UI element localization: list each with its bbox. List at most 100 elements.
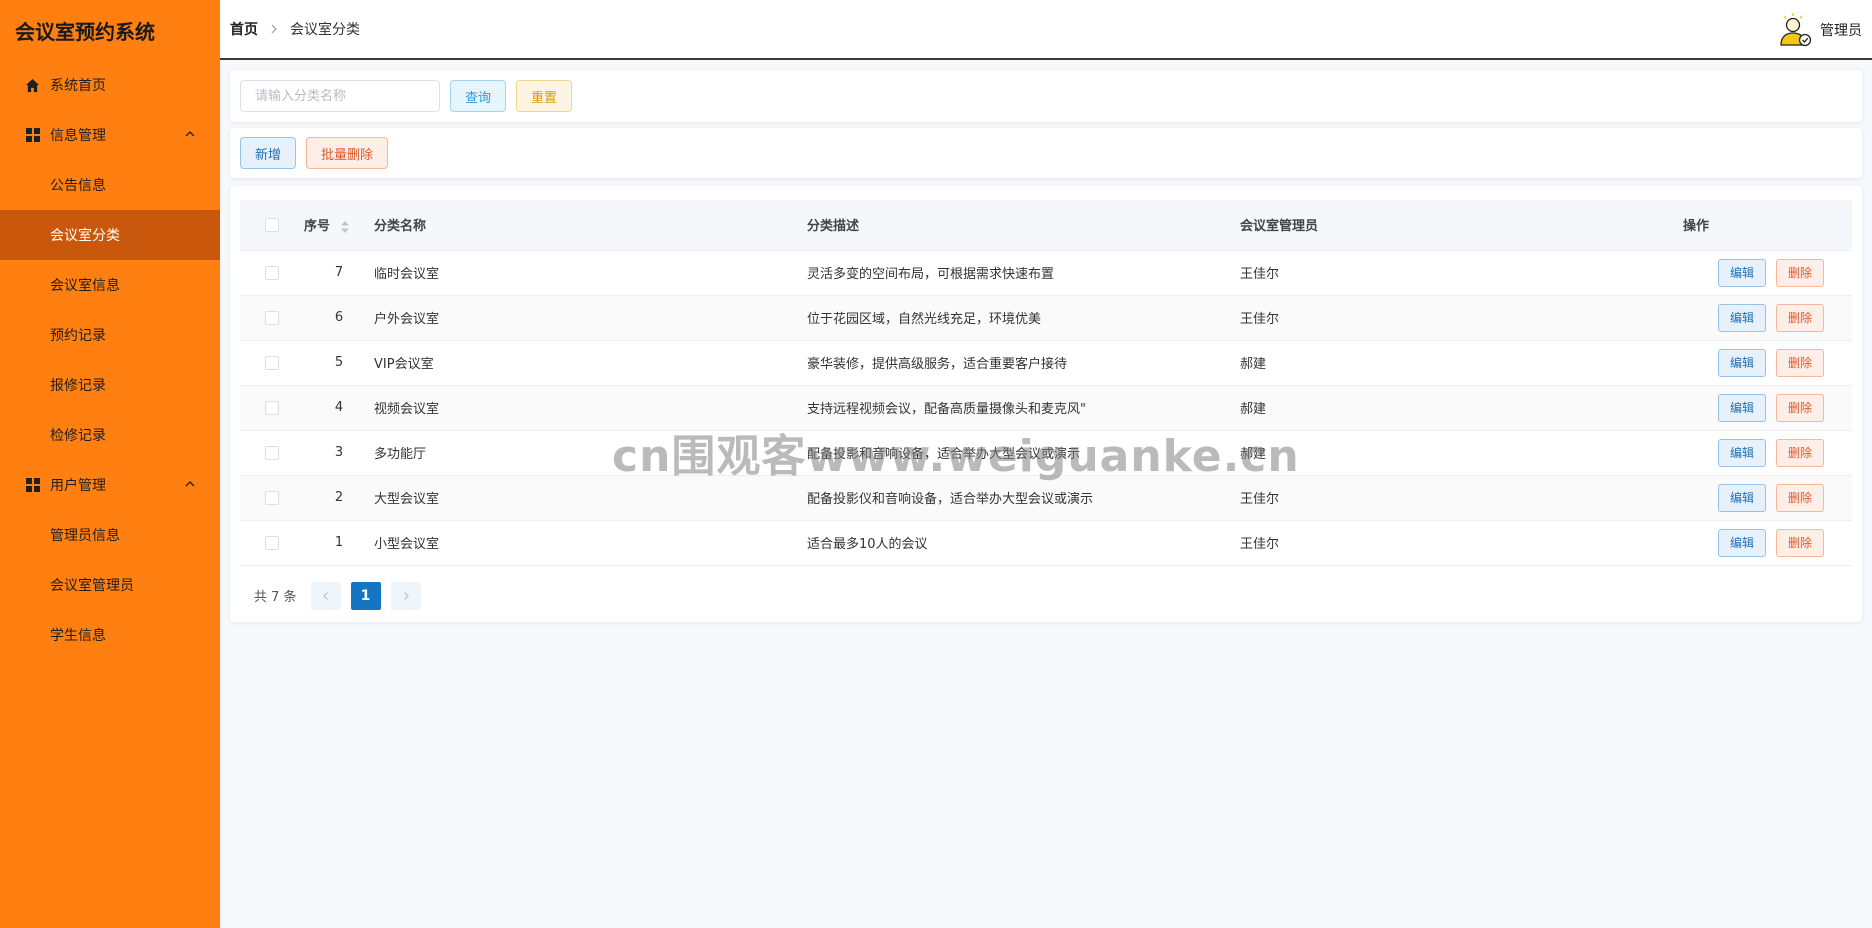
row-seq: 5 — [304, 340, 374, 386]
row-desc: 灵活多变的空间布局，可根据需求快速布置 — [807, 250, 1240, 296]
row-checkbox[interactable] — [265, 355, 279, 370]
row-name: 小型会议室 — [374, 520, 807, 566]
edit-button[interactable]: 编辑 — [1717, 528, 1766, 557]
row-ops: 编辑 删除 — [1540, 430, 1852, 476]
row-desc: 适合最多10人的会议 — [807, 520, 1240, 566]
query-button[interactable]: 查询 — [450, 80, 507, 112]
edit-button[interactable]: 编辑 — [1717, 483, 1766, 512]
user-menu[interactable]: 管理员 — [1778, 12, 1862, 48]
sidebar: 会议室预约系统 系统首页 信息管理 公告信息 会议室分类 会议室信息 预约记录 … — [0, 0, 220, 928]
sidebar-group-users[interactable]: 用户管理 — [0, 460, 220, 510]
category-name-search-input[interactable] — [240, 80, 440, 112]
row-select-cell — [240, 250, 304, 296]
action-panel: 新增 批量删除 — [230, 128, 1862, 178]
table-row: 6 户外会议室 位于花园区域，自然光线充足，环境优美 王佳尔 编辑 删除 — [240, 295, 1852, 341]
row-ops: 编辑 删除 — [1540, 520, 1852, 566]
edit-button[interactable]: 编辑 — [1717, 438, 1766, 467]
search-panel: 查询 重置 — [230, 70, 1862, 122]
row-seq: 4 — [304, 385, 374, 431]
delete-button[interactable]: 删除 — [1775, 393, 1824, 422]
row-manager: 郝建 — [1240, 430, 1540, 476]
user-name: 管理员 — [1820, 23, 1862, 39]
avatar-icon — [1778, 12, 1814, 48]
seq-header-label: 序号 — [304, 219, 331, 235]
row-manager: 王佳尔 — [1240, 250, 1540, 296]
sidebar-item-repair[interactable]: 报修记录 — [0, 360, 220, 410]
add-button[interactable]: 新增 — [240, 137, 297, 169]
chevron-left-icon — [322, 591, 328, 600]
reset-button[interactable]: 重置 — [516, 80, 573, 112]
row-desc: 位于花园区域，自然光线充足，环境优美 — [807, 295, 1240, 341]
delete-button[interactable]: 删除 — [1775, 258, 1824, 287]
sort-icon[interactable] — [340, 220, 350, 234]
sidebar-item-home[interactable]: 系统首页 — [0, 60, 220, 110]
sidebar-item-room-info[interactable]: 会议室信息 — [0, 260, 220, 310]
select-all-checkbox[interactable] — [265, 217, 279, 232]
ops-header: 操作 — [1540, 200, 1852, 251]
sidebar-item-label: 管理员信息 — [50, 528, 120, 544]
home-icon — [24, 77, 41, 94]
edit-button[interactable]: 编辑 — [1717, 348, 1766, 377]
pagination: 共 7 条 1 — [240, 566, 1852, 626]
row-desc: 配备投影和音响设备，适合举办大型会议或演示 — [807, 430, 1240, 476]
delete-button[interactable]: 删除 — [1775, 303, 1824, 332]
chevron-up-icon — [184, 478, 198, 492]
row-ops: 编辑 删除 — [1540, 475, 1852, 521]
row-checkbox[interactable] — [265, 490, 279, 505]
row-name: 大型会议室 — [374, 475, 807, 521]
edit-button[interactable]: 编辑 — [1717, 393, 1766, 422]
next-page-button[interactable] — [390, 581, 421, 610]
sidebar-item-student-info[interactable]: 学生信息 — [0, 610, 220, 660]
sidebar-group-label: 用户管理 — [50, 478, 106, 494]
edit-button[interactable]: 编辑 — [1717, 258, 1766, 287]
row-select-cell — [240, 340, 304, 386]
edit-button[interactable]: 编辑 — [1717, 303, 1766, 332]
sidebar-item-room-category[interactable]: 会议室分类 — [0, 210, 220, 260]
prev-page-button[interactable] — [310, 581, 341, 610]
row-ops: 编辑 删除 — [1540, 250, 1852, 296]
category-table: 序号 分类名称 分类描述 会议室管理员 操作 7 临时会议室 灵活多变的空间布局，可… — [240, 200, 1852, 566]
row-desc: 豪华装修，提供高级服务，适合重要客户接待 — [807, 340, 1240, 386]
page-number-button[interactable]: 1 — [350, 581, 381, 610]
row-checkbox[interactable] — [265, 265, 279, 280]
sidebar-item-label: 公告信息 — [50, 178, 106, 194]
row-manager: 郝建 — [1240, 385, 1540, 431]
row-checkbox[interactable] — [265, 400, 279, 415]
sidebar-item-notice[interactable]: 公告信息 — [0, 160, 220, 210]
grid-icon — [24, 477, 41, 494]
sidebar-item-room-admin[interactable]: 会议室管理员 — [0, 560, 220, 610]
row-name: VIP会议室 — [374, 340, 807, 386]
manager-header: 会议室管理员 — [1240, 200, 1540, 251]
table-row: 3 多功能厅 配备投影和音响设备，适合举办大型会议或演示 郝建 编辑 删除 — [240, 430, 1852, 476]
row-seq: 2 — [304, 475, 374, 521]
sidebar-item-label: 会议室管理员 — [50, 578, 134, 594]
row-ops: 编辑 删除 — [1540, 295, 1852, 341]
sidebar-item-inspection[interactable]: 检修记录 — [0, 410, 220, 460]
breadcrumb-home[interactable]: 首页 — [230, 19, 258, 39]
row-name: 多功能厅 — [374, 430, 807, 476]
row-checkbox[interactable] — [265, 445, 279, 460]
row-checkbox[interactable] — [265, 310, 279, 325]
table-row: 2 大型会议室 配备投影仪和音响设备，适合举办大型会议或演示 王佳尔 编辑 删除 — [240, 475, 1852, 521]
delete-button[interactable]: 删除 — [1775, 528, 1824, 557]
row-checkbox[interactable] — [265, 535, 279, 550]
sidebar-group-info[interactable]: 信息管理 — [0, 110, 220, 160]
sidebar-item-admin-info[interactable]: 管理员信息 — [0, 510, 220, 560]
delete-button[interactable]: 删除 — [1775, 438, 1824, 467]
batch-delete-button[interactable]: 批量删除 — [306, 137, 389, 169]
sidebar-item-reservation[interactable]: 预约记录 — [0, 310, 220, 360]
row-ops: 编辑 删除 — [1540, 340, 1852, 386]
chevron-right-icon — [403, 591, 409, 600]
row-ops: 编辑 删除 — [1540, 385, 1852, 431]
row-name: 视频会议室 — [374, 385, 807, 431]
top-header: 首页 会议室分类 管理员 — [220, 0, 1872, 60]
seq-header[interactable]: 序号 — [304, 200, 374, 251]
row-select-cell — [240, 475, 304, 521]
sidebar-item-label: 系统首页 — [50, 78, 106, 94]
delete-button[interactable]: 删除 — [1775, 483, 1824, 512]
row-select-cell — [240, 520, 304, 566]
row-select-cell — [240, 430, 304, 476]
chevron-up-icon — [184, 128, 198, 142]
table-row: 7 临时会议室 灵活多变的空间布局，可根据需求快速布置 王佳尔 编辑 删除 — [240, 250, 1852, 296]
delete-button[interactable]: 删除 — [1775, 348, 1824, 377]
